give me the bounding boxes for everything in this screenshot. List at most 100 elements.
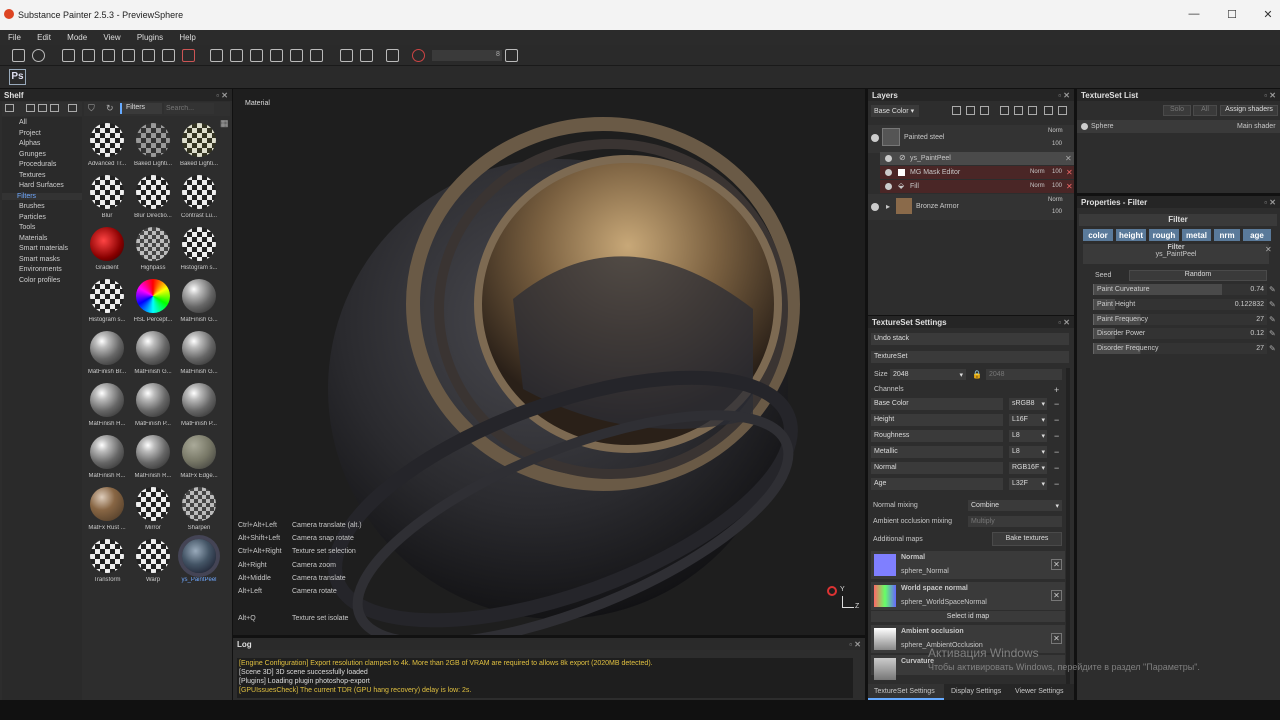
toolbar-settings-icon[interactable] [505, 49, 518, 62]
shelf-category-particles[interactable]: Particles [19, 214, 46, 221]
shelf-item-thumbnail[interactable] [90, 123, 124, 157]
random-seed-button[interactable]: Random [1129, 270, 1267, 281]
menu-help[interactable]: Help [179, 30, 195, 42]
shelf-item-thumbnail[interactable] [182, 123, 216, 157]
layer-row[interactable]: ▸ Bronze Armor Norm 100 [868, 194, 1074, 220]
channel-toggle-metal[interactable]: metal [1182, 229, 1211, 241]
shelf-item-thumbnail[interactable] [182, 539, 216, 573]
shelf-item-thumbnail[interactable] [182, 175, 216, 209]
effect-opacity[interactable]: 100 [1052, 169, 1062, 175]
minimize-button[interactable]: — [1184, 8, 1204, 20]
shelf-item-thumbnail[interactable] [182, 331, 216, 365]
grid-icon[interactable] [290, 49, 303, 62]
remove-channel-icon[interactable]: − [1054, 463, 1059, 473]
menu-mode[interactable]: Mode [67, 30, 87, 42]
bake-textures-button[interactable]: Bake textures [992, 532, 1062, 546]
photoshop-export-button[interactable]: Ps [9, 69, 26, 85]
log-close-icon[interactable]: ▫ ✕ [849, 640, 861, 649]
duplicate-icon[interactable] [1028, 106, 1037, 115]
effect-opacity[interactable]: 100 [1052, 183, 1062, 189]
new-folder-icon[interactable] [26, 104, 35, 112]
solo-button[interactable]: Solo [1163, 105, 1191, 116]
layer-blend[interactable]: Norm [1048, 128, 1063, 134]
shelf-item-thumbnail[interactable] [182, 383, 216, 417]
menu-plugins[interactable]: Plugins [137, 30, 163, 42]
shelf-item-thumbnail[interactable] [90, 539, 124, 573]
shelf-category-all[interactable]: All [19, 119, 27, 126]
shelf-item-thumbnail[interactable] [90, 279, 124, 313]
close-button[interactable]: ✕ [1258, 8, 1278, 21]
shelf-item-thumbnail[interactable] [90, 383, 124, 417]
toolbar-slider[interactable] [432, 50, 502, 61]
tab-display-settings[interactable]: Display Settings [951, 688, 1001, 695]
shelf-category-procedurals[interactable]: Procedurals [19, 161, 56, 168]
tab-viewer-settings[interactable]: Viewer Settings [1015, 688, 1064, 695]
shelf-item-thumbnail[interactable] [182, 435, 216, 469]
shelf-item-thumbnail[interactable] [136, 123, 170, 157]
select-id-map-button[interactable]: Select id map [871, 611, 1065, 622]
shelf-search-input[interactable] [164, 103, 214, 114]
remove-channel-icon[interactable]: − [1054, 447, 1059, 457]
clear-map-icon[interactable]: ✕ [1051, 590, 1062, 601]
assign-shaders-button[interactable]: Assign shaders [1220, 105, 1278, 116]
shelf-category-environments[interactable]: Environments [19, 266, 62, 273]
param-slider[interactable]: Paint Height 0.122832 [1093, 298, 1267, 310]
remove-channel-icon[interactable]: − [1054, 399, 1059, 409]
clear-map-icon[interactable]: ✕ [1051, 633, 1062, 644]
textureset-shader[interactable]: Main shader [1237, 123, 1276, 130]
channel-toggle-age[interactable]: age [1243, 229, 1271, 241]
camera-icon[interactable] [340, 49, 353, 62]
delete-icon[interactable] [68, 104, 77, 112]
shelf-category-hard-surfaces[interactable]: Hard Surfaces [19, 182, 64, 189]
undo-stack-button[interactable]: Undo stack [871, 333, 1069, 345]
particle-tool-icon[interactable] [210, 49, 223, 62]
shelf-category-filters[interactable]: Filters [2, 192, 82, 200]
param-edit-icon[interactable]: ✎ [1269, 315, 1276, 324]
remove-channel-icon[interactable]: − [1054, 415, 1059, 425]
render-icon[interactable] [386, 49, 399, 62]
channel-format-select[interactable]: L16F ▾ [1009, 414, 1047, 426]
shelf-close-icon[interactable]: ▫ ✕ [216, 91, 228, 100]
visibility-eye-icon[interactable] [885, 183, 892, 190]
maximize-button[interactable]: ☐ [1222, 8, 1242, 21]
tab-textureset-settings[interactable]: TextureSet Settings [868, 684, 944, 700]
size-select[interactable]: 2048 ▾ [890, 369, 966, 380]
remove-channel-icon[interactable]: − [1054, 431, 1059, 441]
shelf-category-tools[interactable]: Tools [19, 224, 35, 231]
properties-close-icon[interactable]: ▫ ✕ [1264, 198, 1276, 207]
channel-toggle-nrm[interactable]: nrm [1214, 229, 1240, 241]
folder-icon[interactable] [5, 104, 14, 112]
shelf-item-thumbnail[interactable] [90, 435, 124, 469]
shelf-item-thumbnail[interactable] [136, 279, 170, 313]
shelf-item-thumbnail[interactable] [136, 383, 170, 417]
filter-picker[interactable]: Filter ys_PaintPeel [1083, 244, 1269, 264]
sort-icon[interactable] [50, 104, 59, 112]
menu-edit[interactable]: Edit [37, 30, 51, 42]
shelf-item-thumbnail[interactable] [136, 175, 170, 209]
shelf-item-thumbnail[interactable] [136, 539, 170, 573]
import-icon[interactable] [38, 104, 47, 112]
shelf-item-thumbnail[interactable] [136, 435, 170, 469]
symmetry-axis-icon[interactable] [250, 49, 263, 62]
add-layer-icon[interactable] [966, 106, 975, 115]
shelf-item-thumbnail[interactable] [90, 227, 124, 261]
param-slider[interactable]: Paint Curveature 0.74 [1093, 284, 1267, 295]
shelf-item-thumbnail[interactable] [182, 279, 216, 313]
param-slider[interactable]: Paint Frequency 27 [1093, 313, 1267, 325]
shelf-category-grunges[interactable]: Grunges [19, 151, 46, 158]
channel-toggle-rough[interactable]: rough [1149, 229, 1179, 241]
param-slider[interactable]: Disorder Power 0.12 [1093, 328, 1267, 340]
lock-icon[interactable]: 🔒 [972, 370, 982, 379]
param-edit-icon[interactable]: ✎ [1269, 344, 1276, 353]
polygon-fill-icon[interactable] [122, 49, 135, 62]
smudge-tool-icon[interactable] [142, 49, 155, 62]
ao-mixing-select[interactable]: Multiply [968, 516, 1062, 527]
size-select-secondary[interactable]: 2048 [986, 369, 1062, 380]
remove-effect-icon[interactable]: ✕ [1065, 154, 1072, 163]
layer-opacity[interactable]: 100 [1052, 141, 1062, 147]
camera-lock-icon[interactable] [827, 586, 837, 596]
effect-blend[interactable]: Norm [1030, 169, 1045, 175]
filter-clear-icon[interactable]: ✕ [1265, 245, 1272, 254]
remove-effect-icon[interactable]: ✕ [1066, 168, 1073, 177]
effect-row[interactable]: ⬙ Fill Norm 100 ✕ [880, 180, 1074, 193]
